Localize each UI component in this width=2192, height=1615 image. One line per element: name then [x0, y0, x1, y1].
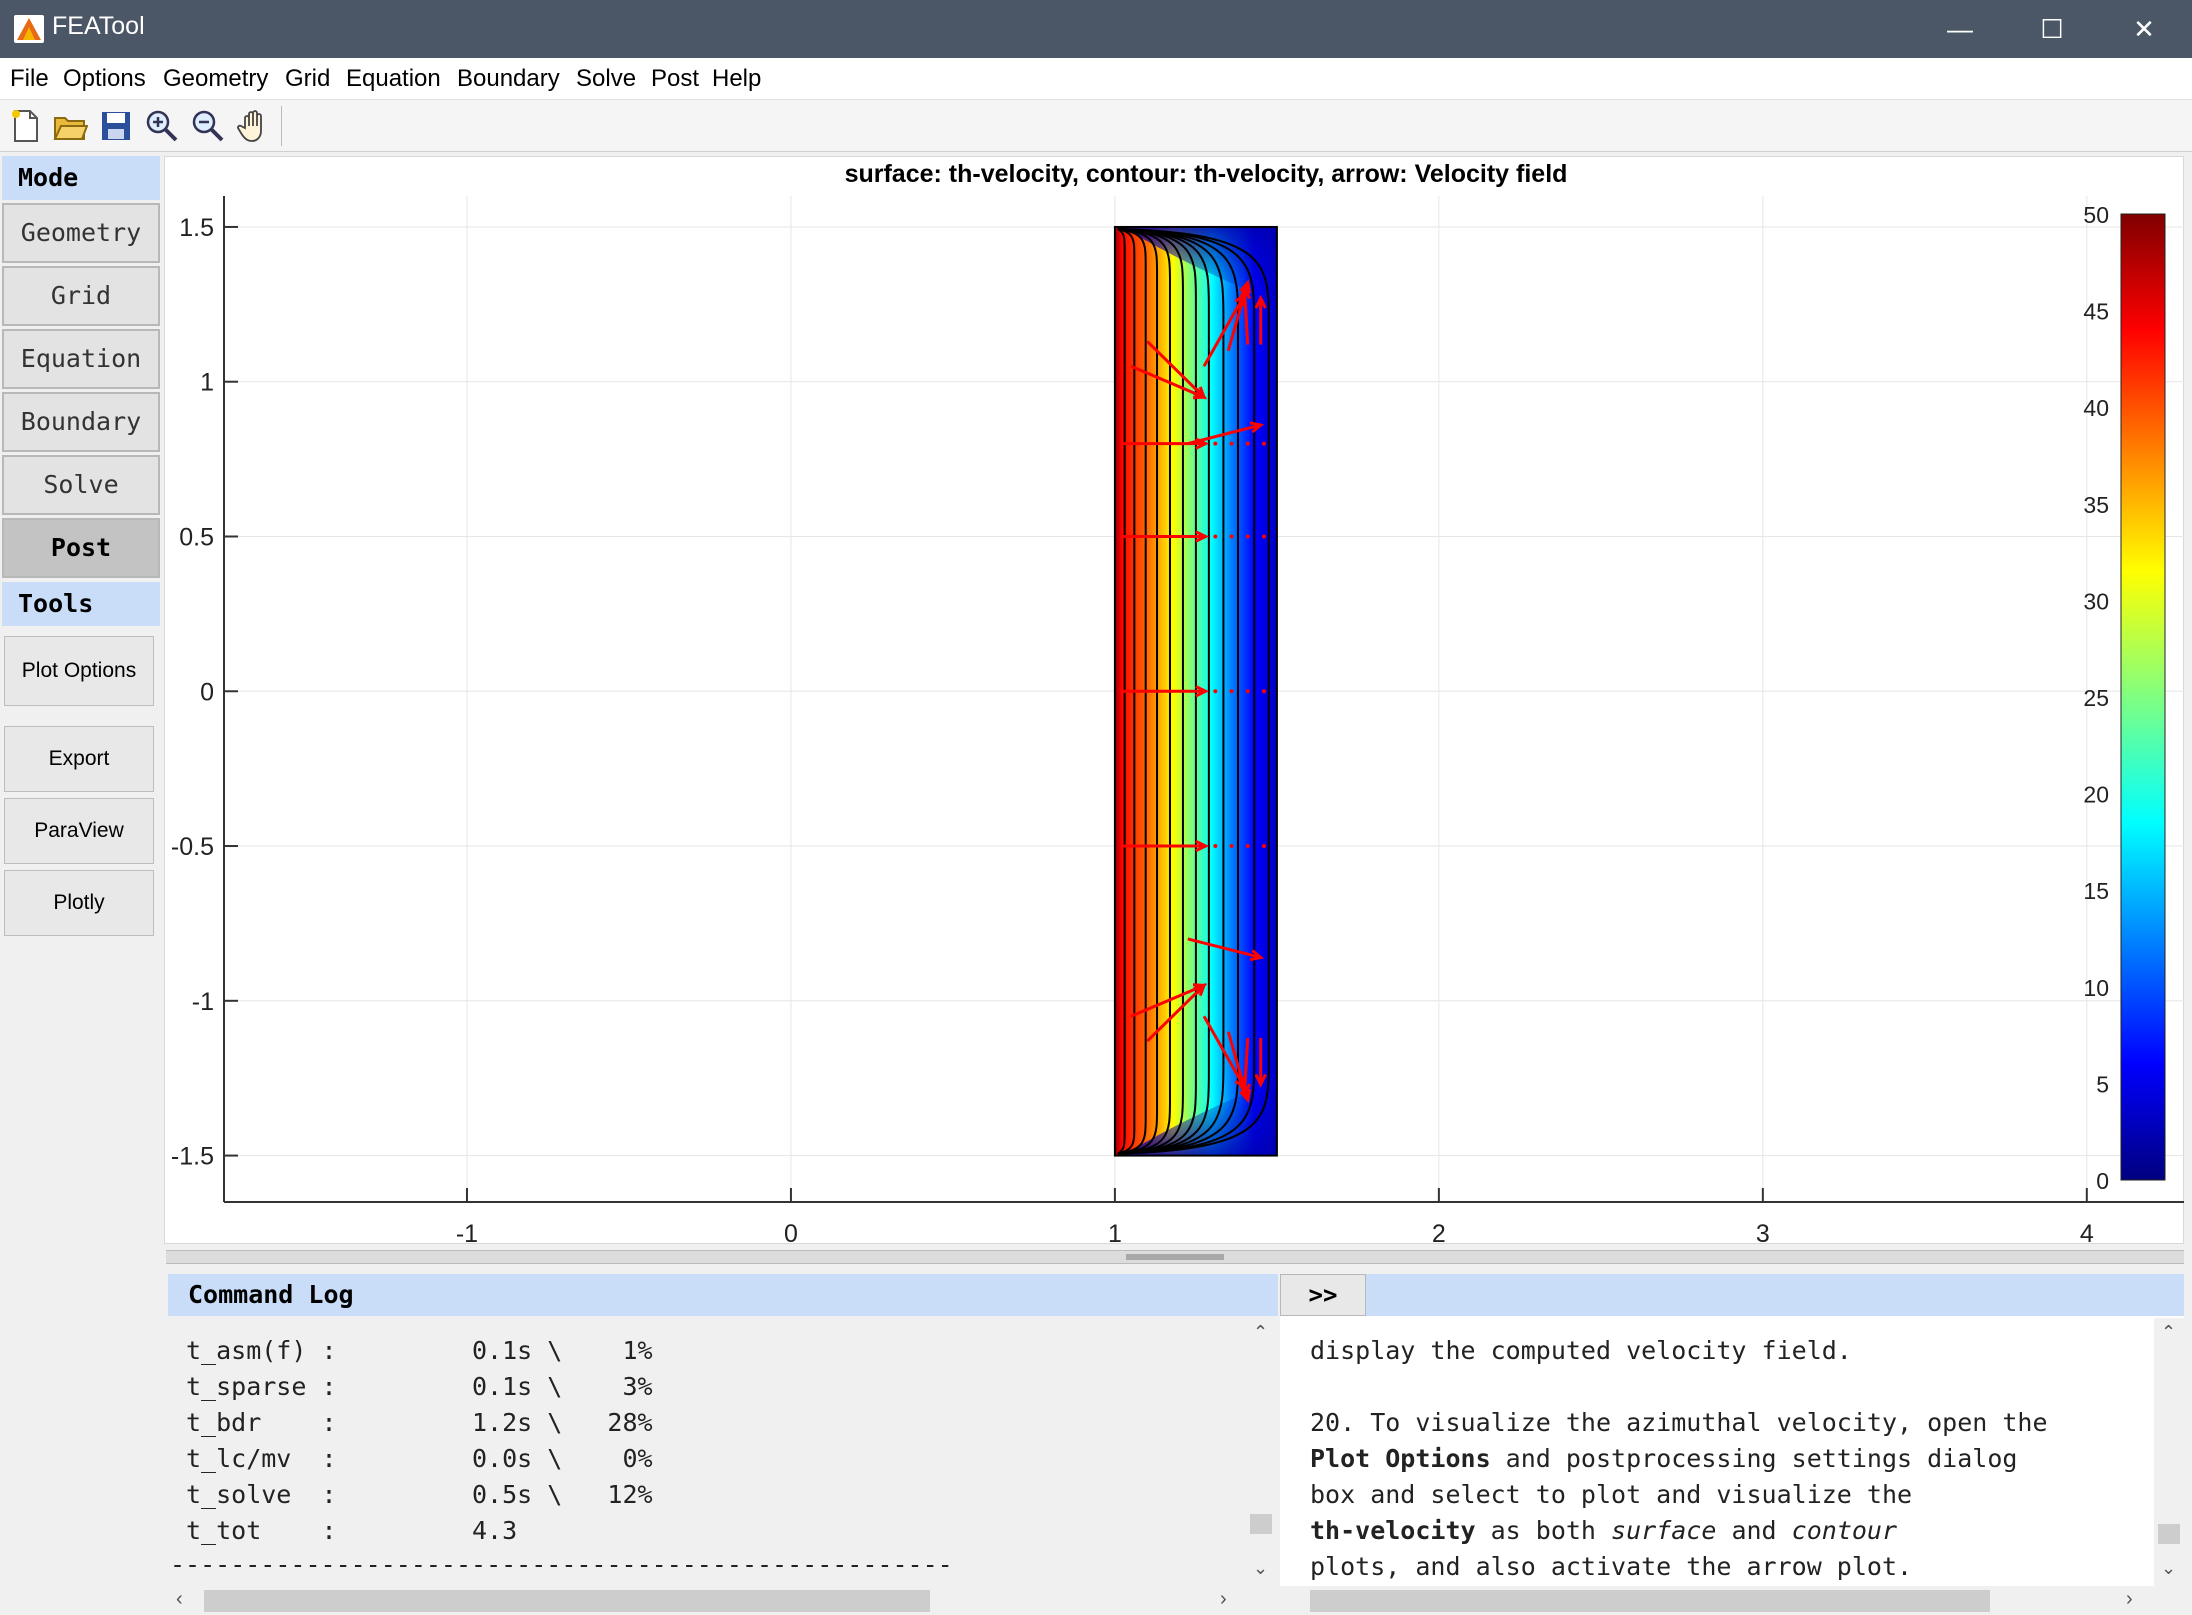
colorbar-tick-label: 35: [2083, 492, 2109, 518]
log-hscroll-thumb[interactable]: [204, 1590, 930, 1612]
scroll-right-icon[interactable]: ›: [2126, 1588, 2133, 1611]
log-line: t_solve : 0.5s \ 12%: [186, 1480, 653, 1509]
th-velocity-term: th-velocity: [1310, 1516, 1476, 1545]
colorbar-tick-label: 0: [2096, 1168, 2109, 1194]
log-scroll-thumb[interactable]: [1250, 1514, 1272, 1534]
tutorial-line: display the computed velocity field.: [1310, 1336, 1852, 1365]
x-tick-label: 3: [1756, 1220, 1770, 1248]
log-horizontal-scrollbar[interactable]: ‹ ›: [168, 1586, 1278, 1615]
arrow-dot: [1261, 689, 1266, 694]
command-log-panel: Command Log t_asm(f) : 0.1s \ 1% t_spars…: [168, 1274, 1278, 1615]
splitter-handle[interactable]: [1126, 1254, 1224, 1260]
colorbar-tick-label: 20: [2083, 782, 2109, 808]
tutorial-text: display the computed velocity field. 20.…: [1280, 1318, 2154, 1586]
panel-splitter[interactable]: [166, 1250, 2184, 1264]
arrow-dot: [1261, 441, 1266, 446]
x-tick-label: 2: [1432, 1220, 1446, 1248]
y-tick-label: -0.5: [171, 833, 214, 861]
y-tick-label: 1.5: [179, 214, 214, 242]
y-tick-label: -1: [192, 988, 214, 1016]
tutorial-horizontal-scrollbar[interactable]: ›: [1280, 1586, 2184, 1615]
x-tick-label: 1: [1108, 1220, 1122, 1248]
y-tick-label: 0.5: [179, 523, 214, 551]
y-tick-label: 0: [200, 678, 214, 706]
arrow-dot: [1229, 441, 1234, 446]
log-line: t_sparse : 0.1s \ 3%: [186, 1372, 653, 1401]
colorbar: 50454035302520151050: [2083, 202, 2166, 1194]
arrow-dot: [1229, 844, 1234, 849]
tutorial-line: plots, and also activate the arrow plot.: [1310, 1552, 1913, 1581]
tutorial-line: Plot Options and postprocessing settings…: [1310, 1444, 2018, 1473]
arrow-dot: [1213, 844, 1218, 849]
command-log-text: t_asm(f) : 0.1s \ 1% t_sparse : 0.1s \ 3…: [168, 1318, 1250, 1586]
tutorial-line: 20. To visualize the azimuthal velocity,…: [1310, 1408, 2048, 1437]
colorbar-tick-label: 40: [2083, 395, 2109, 421]
tutorial-header: [1280, 1274, 2184, 1316]
scroll-left-icon[interactable]: ‹: [176, 1588, 183, 1611]
colorbar-tick-label: 5: [2096, 1071, 2109, 1097]
tutorial-vertical-scrollbar[interactable]: ⌃ ⌄: [2154, 1318, 2184, 1586]
arrow-dot: [1245, 441, 1250, 446]
colorbar-tick-label: 25: [2083, 685, 2109, 711]
tutorial-line: box and select to plot and visualize the: [1310, 1480, 1913, 1509]
log-line: t_lc/mv : 0.0s \ 0%: [186, 1444, 653, 1473]
scroll-down-icon[interactable]: ⌄: [2161, 1558, 2176, 1579]
arrow-dot: [1261, 534, 1266, 539]
colorbar-tick-label: 45: [2083, 299, 2109, 325]
colorbar-gradient: [2120, 213, 2166, 1181]
arrow-dot: [1213, 534, 1218, 539]
x-tick-label: -1: [456, 1220, 478, 1248]
arrow-dot: [1229, 689, 1234, 694]
arrow-dot: [1229, 534, 1234, 539]
x-tick-label: 4: [2080, 1220, 2094, 1248]
x-tick-label: 0: [784, 1220, 798, 1248]
colorbar-tick-label: 10: [2083, 975, 2109, 1001]
log-line: ----------------------------------------…: [170, 1550, 953, 1579]
log-vertical-scrollbar[interactable]: ⌃ ⌄: [1246, 1318, 1276, 1586]
arrow-dot: [1213, 441, 1218, 446]
toggle-tutorial-button[interactable]: >>: [1280, 1274, 1366, 1316]
scroll-up-icon[interactable]: ⌃: [2161, 1322, 2176, 1343]
tutorial-line: th-velocity as both surface and contour: [1310, 1516, 1898, 1545]
colorbar-tick-label: 30: [2083, 588, 2109, 614]
arrow-dot: [1213, 689, 1218, 694]
arrow-dot: [1261, 844, 1266, 849]
scroll-right-icon[interactable]: ›: [1220, 1588, 1227, 1611]
scroll-up-icon[interactable]: ⌃: [1253, 1322, 1268, 1343]
scroll-down-icon[interactable]: ⌄: [1253, 1558, 1268, 1579]
arrow-dot: [1245, 689, 1250, 694]
log-line: t_asm(f) : 0.1s \ 1%: [186, 1336, 653, 1365]
colorbar-tick-label: 15: [2083, 878, 2109, 904]
tutorial-scroll-thumb[interactable]: [2158, 1524, 2180, 1544]
y-tick-label: 1: [200, 369, 214, 397]
tutorial-panel: >> display the computed velocity field. …: [1280, 1274, 2184, 1615]
plot-options-term: Plot Options: [1310, 1444, 1491, 1473]
arrow-dot: [1245, 844, 1250, 849]
tutorial-hscroll-thumb[interactable]: [1310, 1590, 1990, 1612]
command-log-header: Command Log: [168, 1274, 1278, 1316]
log-line: t_bdr : 1.2s \ 28%: [186, 1408, 653, 1437]
log-line: t_tot : 4.3: [186, 1516, 518, 1545]
arrow-dot: [1245, 534, 1250, 539]
colorbar-tick-label: 50: [2083, 202, 2109, 228]
y-tick-label: -1.5: [171, 1143, 214, 1171]
